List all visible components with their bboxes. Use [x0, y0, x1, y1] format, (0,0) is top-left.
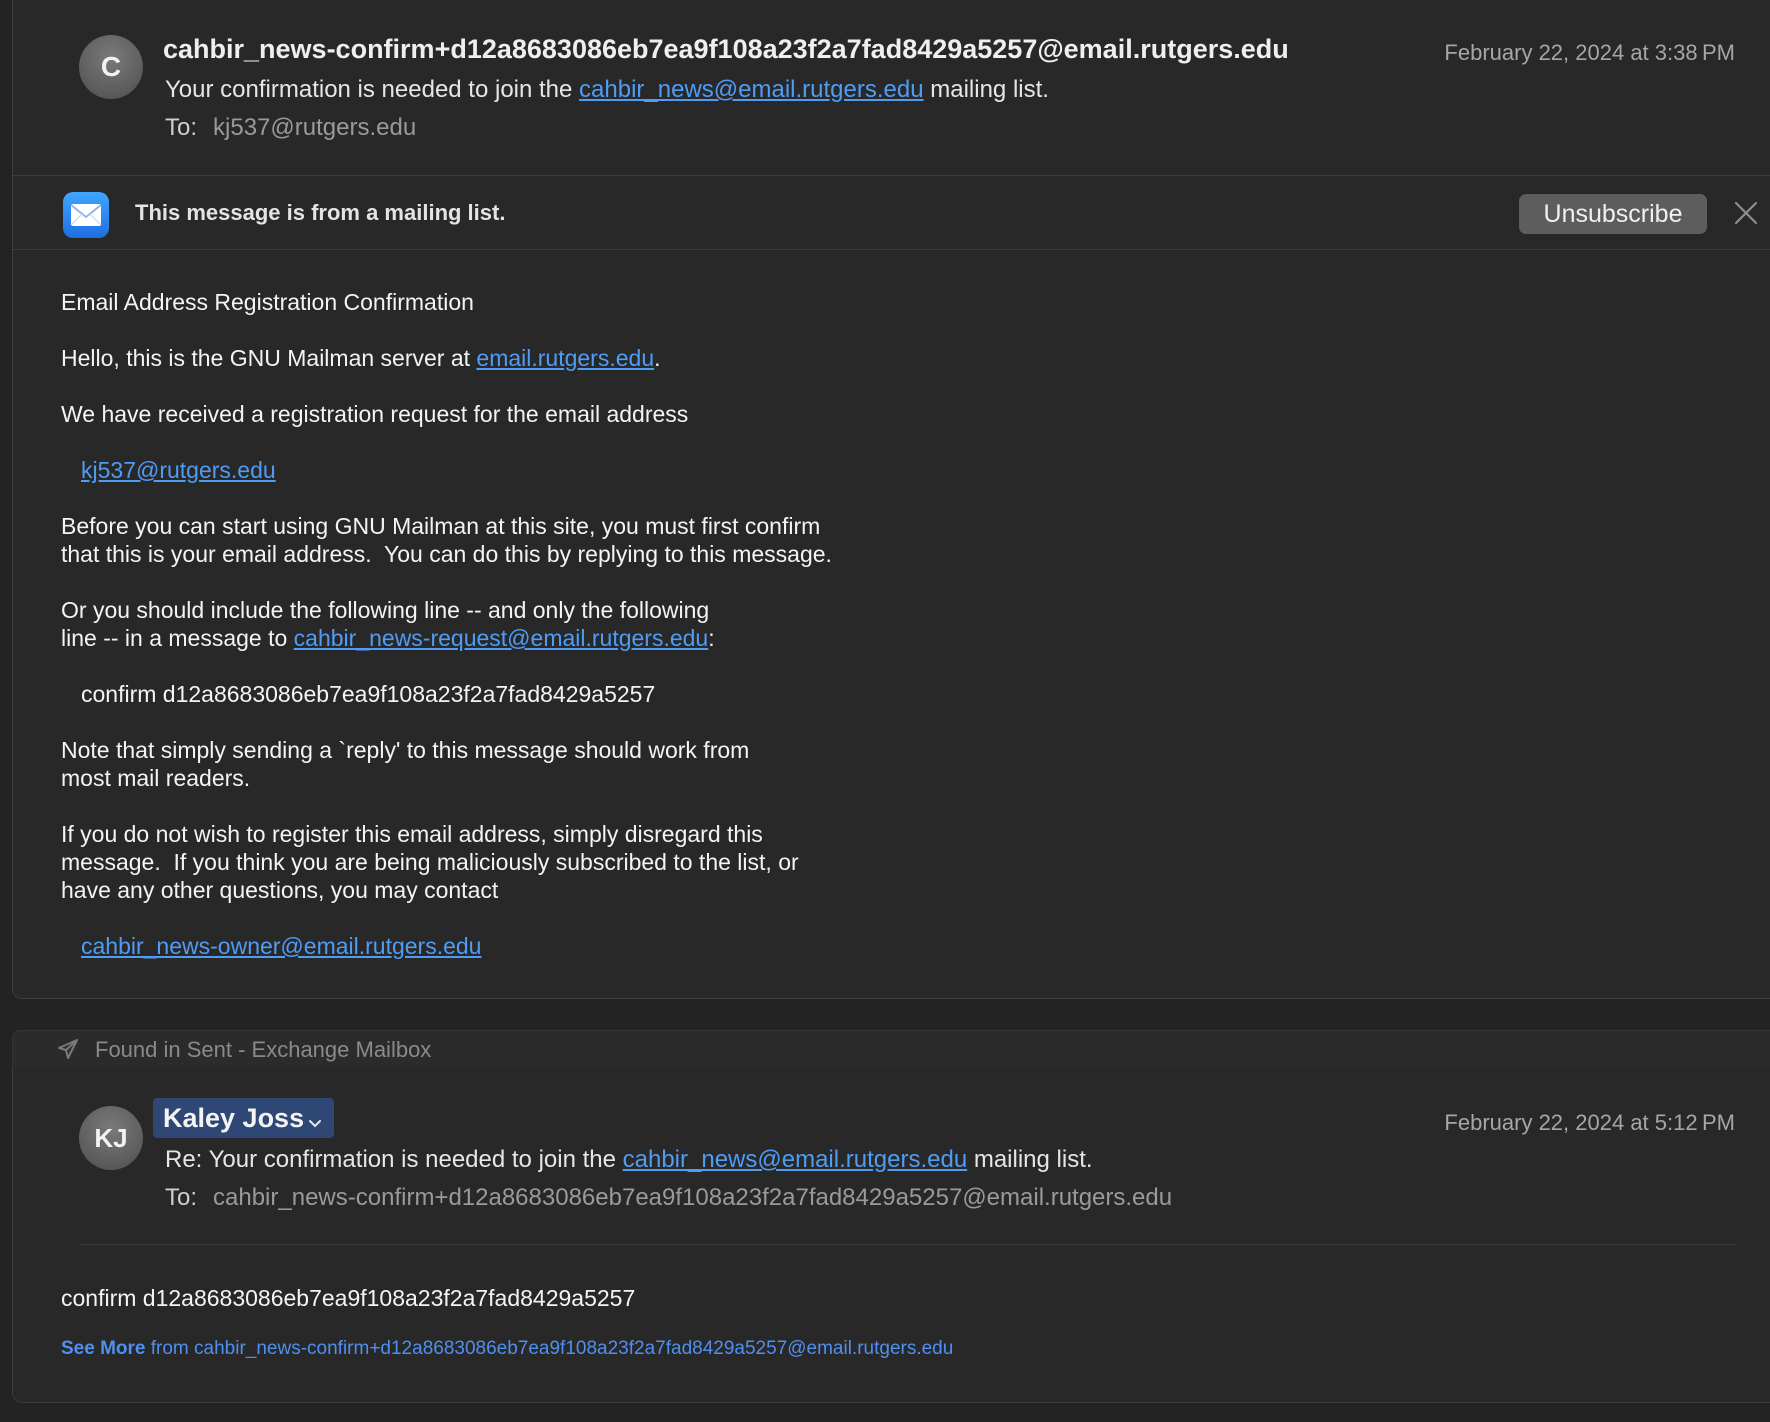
sender-address[interactable]: cahbir_news-confirm+d12a8683086eb7ea9f10…	[163, 34, 1289, 65]
message-card-2: KJ Kaley Joss February 22, 2024 at 5:12 …	[12, 1068, 1770, 1403]
body-note-line-1: Note that simply sending a `reply' to th…	[61, 737, 750, 763]
header-divider	[79, 1244, 1735, 1245]
subject-list-link[interactable]: cahbir_news@email.rutgers.edu	[623, 1146, 968, 1173]
body-note-line-2: most mail readers.	[61, 765, 251, 791]
chevron-down-icon	[308, 1105, 322, 1136]
mailing-list-notice: This message is from a mailing list.	[135, 200, 506, 225]
message-subject: Re: Your confirmation is needed to join …	[165, 1146, 1093, 1174]
envelope-icon	[63, 192, 109, 238]
subject-suffix: mailing list.	[967, 1146, 1093, 1173]
sender-name-button[interactable]: Kaley Joss	[153, 1098, 335, 1138]
see-more-label: See More	[61, 1338, 146, 1359]
hello-text: Hello, this is the GNU Mailman server at	[61, 345, 477, 371]
body-if-line-3: have any other questions, you may contac…	[61, 877, 499, 903]
see-more-source: from cahbir_news-confirm+d12a8683086eb7e…	[145, 1338, 954, 1359]
message-subject: Your confirmation is needed to join the …	[165, 76, 1049, 104]
body-title: Email Address Registration Confirmation	[61, 289, 474, 315]
recipient-address[interactable]: cahbir_news-confirm+d12a8683086eb7ea9f10…	[213, 1184, 1172, 1211]
to-label: To:	[165, 114, 198, 141]
subject-suffix: mailing list.	[923, 76, 1049, 103]
sender-avatar: C	[79, 35, 143, 99]
confirm-line: confirm d12a8683086eb7ea9f108a23f2a7fad8…	[81, 681, 656, 707]
owner-link[interactable]: cahbir_news-owner@email.rutgers.edu	[81, 933, 481, 959]
recipient-line: To: kj537@rutgers.edu	[165, 114, 416, 142]
sender-avatar: KJ	[79, 1106, 143, 1170]
close-icon[interactable]	[1731, 198, 1761, 228]
hello-suffix: .	[654, 345, 661, 371]
subject-list-link[interactable]: cahbir_news@email.rutgers.edu	[579, 76, 924, 103]
avatar-initials: KJ	[94, 1122, 128, 1153]
owner-line: cahbir_news-owner@email.rutgers.edu	[81, 932, 481, 960]
or-line-suffix: :	[708, 625, 715, 651]
to-label: To:	[165, 1184, 198, 1211]
body-or-line-1: Or you should include the following line…	[61, 597, 710, 623]
see-more-link[interactable]: See More from cahbir_news-confirm+d12a86…	[61, 1338, 953, 1360]
address-link[interactable]: kj537@rutgers.edu	[81, 457, 276, 483]
address-line: kj537@rutgers.edu	[81, 456, 276, 484]
body-received: We have received a registration request …	[61, 401, 689, 427]
found-in-mailbox-strip: Found in Sent - Exchange Mailbox	[12, 1030, 1770, 1068]
server-link[interactable]: email.rutgers.edu	[476, 345, 654, 371]
found-in-label: Found in Sent - Exchange Mailbox	[95, 1037, 432, 1062]
request-link[interactable]: cahbir_news-request@email.rutgers.edu	[294, 625, 709, 651]
body-hello: Hello, this is the GNU Mailman server at…	[61, 344, 661, 372]
message-date: February 22, 2024 at 3:38 PM	[1444, 40, 1735, 65]
recipient-line: To: cahbir_news-confirm+d12a8683086eb7ea9…	[165, 1184, 1172, 1212]
body-if-line-1: If you do not wish to register this emai…	[61, 821, 763, 847]
message-card-1: C cahbir_news-confirm+d12a8683086eb7ea9f…	[12, 0, 1770, 999]
recipient-address[interactable]: kj537@rutgers.edu	[213, 114, 416, 141]
body-before-line-1: Before you can start using GNU Mailman a…	[61, 513, 821, 539]
message-date: February 22, 2024 at 5:12 PM	[1444, 1110, 1735, 1135]
mailing-list-banner: This message is from a mailing list. Uns…	[13, 175, 1770, 250]
body-or-line-2: line -- in a message to cahbir_news-requ…	[61, 624, 715, 652]
unsubscribe-button[interactable]: Unsubscribe	[1519, 194, 1707, 234]
or-line-prefix: line -- in a message to	[61, 625, 294, 651]
reply-body: confirm d12a8683086eb7ea9f108a23f2a7fad8…	[61, 1285, 636, 1311]
body-if-line-2: message. If you think you are being mali…	[61, 849, 799, 875]
subject-prefix: Re: Your confirmation is needed to join …	[165, 1146, 623, 1173]
subject-prefix: Your confirmation is needed to join the	[165, 76, 580, 103]
avatar-initial: C	[100, 51, 122, 82]
body-before-line-2: that this is your email address. You can…	[61, 541, 832, 567]
sender-name: Kaley Joss	[163, 1102, 305, 1133]
paper-plane-icon	[57, 1038, 79, 1065]
